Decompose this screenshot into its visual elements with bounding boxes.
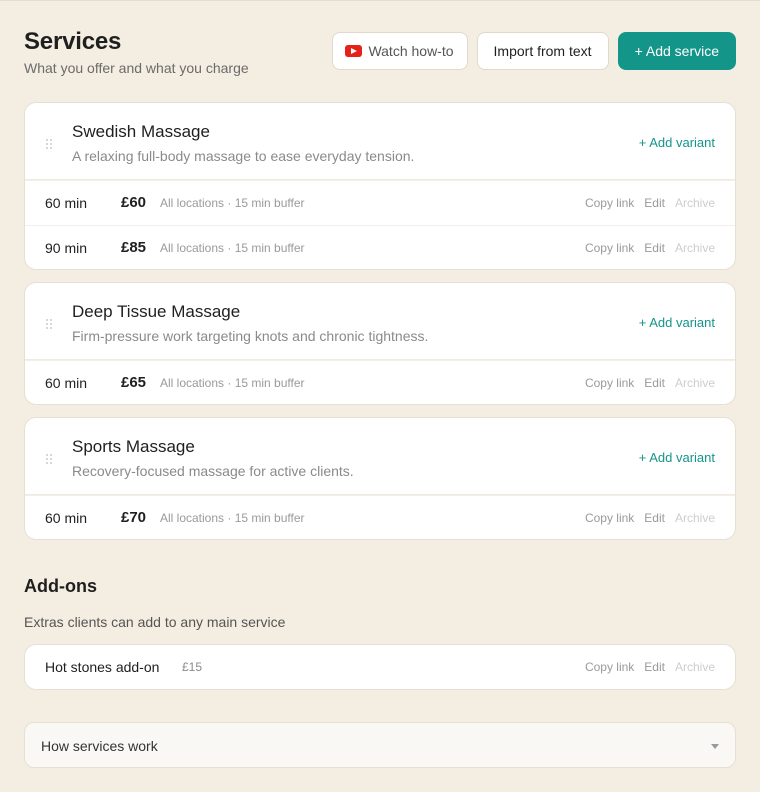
copy-link-button[interactable]: Copy link [585, 241, 634, 255]
service-card: Deep Tissue Massage Firm-pressure work t… [24, 282, 736, 405]
add-variant-button[interactable]: + Add variant [639, 315, 715, 330]
variant-actions: Copy link Edit Archive [585, 241, 715, 255]
variant-row: 60 min £60 All locations · 15 min buffer… [25, 180, 735, 225]
variant-meta: All locations · 15 min buffer [160, 196, 305, 210]
service-card-header: Swedish Massage A relaxing full-body mas… [25, 103, 735, 180]
service-description: Recovery-focused massage for active clie… [72, 463, 354, 479]
page-header: Services What you offer and what you cha… [24, 28, 736, 78]
variant-price: £70 [121, 509, 147, 526]
watch-how-to-label: Watch how-to [368, 43, 454, 59]
drag-handle-icon[interactable] [46, 139, 52, 149]
variant-actions: Copy link Edit Archive [585, 196, 715, 210]
edit-button[interactable]: Edit [644, 241, 665, 255]
variant-row: 60 min £65 All locations · 15 min buffer… [25, 360, 735, 404]
variant-duration: 60 min [45, 195, 88, 211]
copy-link-button[interactable]: Copy link [585, 196, 634, 210]
copy-link-button[interactable]: Copy link [585, 511, 634, 525]
archive-button[interactable]: Archive [675, 511, 715, 525]
archive-button[interactable]: Archive [675, 241, 715, 255]
watch-how-to-button[interactable]: Watch how-to [332, 32, 468, 70]
copy-link-button[interactable]: Copy link [585, 376, 634, 390]
edit-button[interactable]: Edit [644, 511, 665, 525]
add-service-button[interactable]: + Add service [617, 32, 736, 70]
variant-meta: All locations · 15 min buffer [160, 376, 305, 390]
service-description: Firm-pressure work targeting knots and c… [72, 328, 429, 344]
archive-button[interactable]: Archive [675, 376, 715, 390]
addon-actions: Copy link Edit Archive [585, 660, 715, 674]
variant-price: £85 [121, 239, 147, 256]
service-name: Sports Massage [72, 437, 195, 456]
page-subtitle: What you offer and what you charge [24, 60, 249, 76]
add-variant-button[interactable]: + Add variant [639, 450, 715, 465]
addon-row: Hot stones add-on £15 Copy link Edit Arc… [24, 644, 736, 690]
drag-handle-icon[interactable] [46, 454, 52, 464]
variant-row: 90 min £85 All locations · 15 min buffer… [25, 225, 735, 269]
variant-price: £65 [121, 374, 147, 391]
service-name: Deep Tissue Massage [72, 302, 241, 321]
addons-title: Add-ons [24, 576, 97, 596]
add-variant-button[interactable]: + Add variant [639, 135, 715, 150]
how-services-work-label: How services work [41, 738, 158, 754]
copy-link-button[interactable]: Copy link [585, 660, 634, 674]
variant-actions: Copy link Edit Archive [585, 376, 715, 390]
archive-button[interactable]: Archive [675, 196, 715, 210]
edit-button[interactable]: Edit [644, 376, 665, 390]
variant-meta: All locations · 15 min buffer [160, 511, 305, 525]
service-card-header: Deep Tissue Massage Firm-pressure work t… [25, 283, 735, 360]
drag-handle-icon[interactable] [46, 319, 52, 329]
variant-meta: All locations · 15 min buffer [160, 241, 305, 255]
edit-button[interactable]: Edit [644, 196, 665, 210]
import-from-text-button[interactable]: Import from text [476, 32, 609, 70]
service-card: Swedish Massage A relaxing full-body mas… [24, 102, 736, 270]
addons-subtitle: Extras clients can add to any main servi… [24, 614, 286, 630]
top-divider [0, 0, 760, 1]
service-card-header: Sports Massage Recovery-focused massage … [25, 418, 735, 495]
edit-button[interactable]: Edit [644, 660, 665, 674]
variant-price: £60 [121, 194, 147, 211]
how-services-work-toggle[interactable]: How services work [24, 722, 736, 768]
addon-name: Hot stones add-on [45, 659, 160, 675]
header-actions: Watch how-to Import from text + Add serv… [332, 32, 736, 70]
youtube-icon [345, 45, 363, 57]
service-description: A relaxing full-body massage to ease eve… [72, 148, 415, 164]
variant-duration: 60 min [45, 510, 88, 526]
chevron-down-icon [711, 744, 719, 749]
addon-price: £15 [182, 660, 203, 674]
service-card: Sports Massage Recovery-focused massage … [24, 417, 736, 540]
variant-actions: Copy link Edit Archive [585, 511, 715, 525]
variant-duration: 60 min [45, 375, 88, 391]
variant-row: 60 min £70 All locations · 15 min buffer… [25, 495, 735, 539]
archive-button[interactable]: Archive [675, 660, 715, 674]
service-name: Swedish Massage [72, 122, 210, 141]
variant-duration: 90 min [45, 240, 88, 256]
